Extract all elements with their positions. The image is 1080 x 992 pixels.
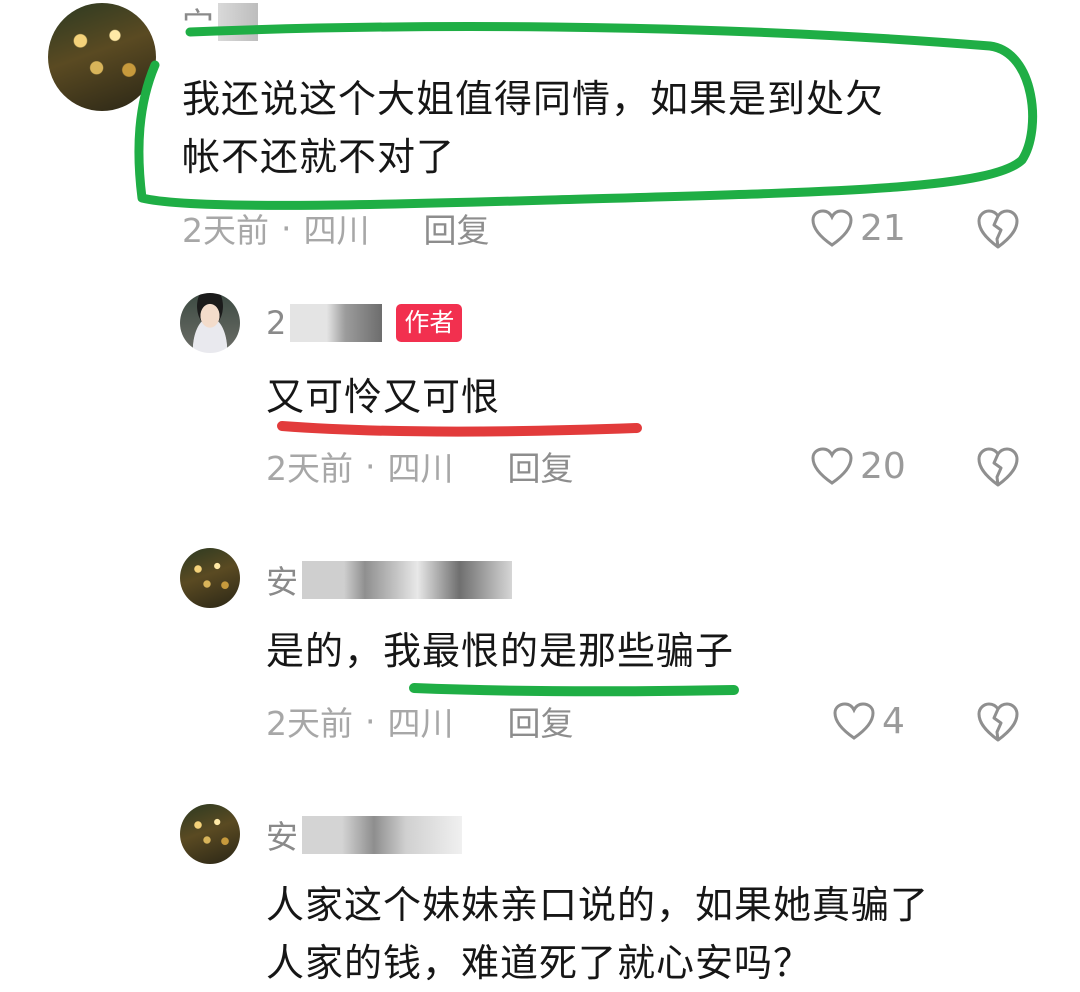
username[interactable]: 安: [266, 815, 463, 856]
username-prefix: 安: [266, 818, 299, 856]
broken-heart-icon[interactable]: [976, 445, 1020, 489]
username[interactable]: 安: [266, 560, 513, 601]
avatar[interactable]: [48, 3, 156, 111]
comment-line: 又可怜又可恨: [266, 375, 501, 419]
comment-line: 人家这个妹妹亲口说的，如果她真骗了: [266, 883, 930, 927]
username-prefix: 2: [266, 304, 287, 342]
timestamp: 2天前: [266, 704, 353, 743]
location: 四川: [387, 449, 454, 488]
location: 四川: [387, 704, 454, 743]
broken-heart-icon[interactable]: [976, 207, 1020, 251]
heart-icon: [811, 209, 853, 247]
username-blur: [218, 3, 259, 41]
like-count: 20: [860, 445, 906, 487]
separator-dot: ·: [365, 701, 376, 741]
username-blur: [302, 561, 513, 599]
comment-text: 我还说这个大姐值得同情，如果是到处欠 帐不还就不对了: [182, 70, 884, 186]
heart-icon: [833, 702, 875, 740]
like-count: 4: [882, 700, 905, 742]
comment-text: 是的，我最恨的是那些骗子: [266, 622, 734, 680]
comment-line: 帐不还就不对了: [182, 135, 456, 179]
separator-dot: ·: [281, 208, 292, 248]
author-avatar[interactable]: [180, 293, 240, 353]
like-count: 21: [860, 207, 906, 249]
timestamp: 2天前: [182, 211, 269, 250]
comment-text: 又可怜又可恨: [266, 368, 500, 426]
comment-meta: 2天前 · 四川 回复: [266, 443, 574, 489]
like-button[interactable]: 21: [810, 205, 906, 251]
username[interactable]: 宀: [182, 2, 259, 43]
username-blur: [290, 304, 383, 342]
separator-dot: ·: [365, 446, 376, 486]
reply-button[interactable]: 回复: [508, 697, 574, 745]
reply-button[interactable]: 回复: [508, 442, 574, 490]
reply-button[interactable]: 回复: [424, 204, 490, 252]
location: 四川: [303, 211, 370, 250]
username-prefix: 安: [266, 563, 299, 601]
timestamp: 2天前: [266, 449, 353, 488]
username[interactable]: 2 作者: [266, 303, 463, 343]
comment-meta: 2天前 · 四川 回复: [266, 698, 574, 744]
comment-line: 是的，我最恨的是那些骗子: [266, 629, 735, 673]
comment-meta: 2天前 · 四川 回复: [182, 205, 490, 251]
avatar[interactable]: [180, 548, 240, 608]
broken-heart-icon[interactable]: [976, 700, 1020, 744]
author-badge: 作者: [396, 304, 463, 342]
comment-line: 我还说这个大姐值得同情，如果是到处欠: [182, 77, 885, 121]
like-button[interactable]: 20: [810, 443, 906, 489]
comment-line: 人家的钱，难道死了就心安吗？: [266, 941, 813, 985]
username-blur: [302, 816, 463, 854]
avatar[interactable]: [180, 804, 240, 864]
username-prefix: 宀: [182, 5, 215, 43]
like-button[interactable]: 4: [832, 698, 905, 744]
heart-icon: [811, 447, 853, 485]
comment-text: 人家这个妹妹亲口说的，如果她真骗了 人家的钱，难道死了就心安吗？: [266, 876, 929, 992]
